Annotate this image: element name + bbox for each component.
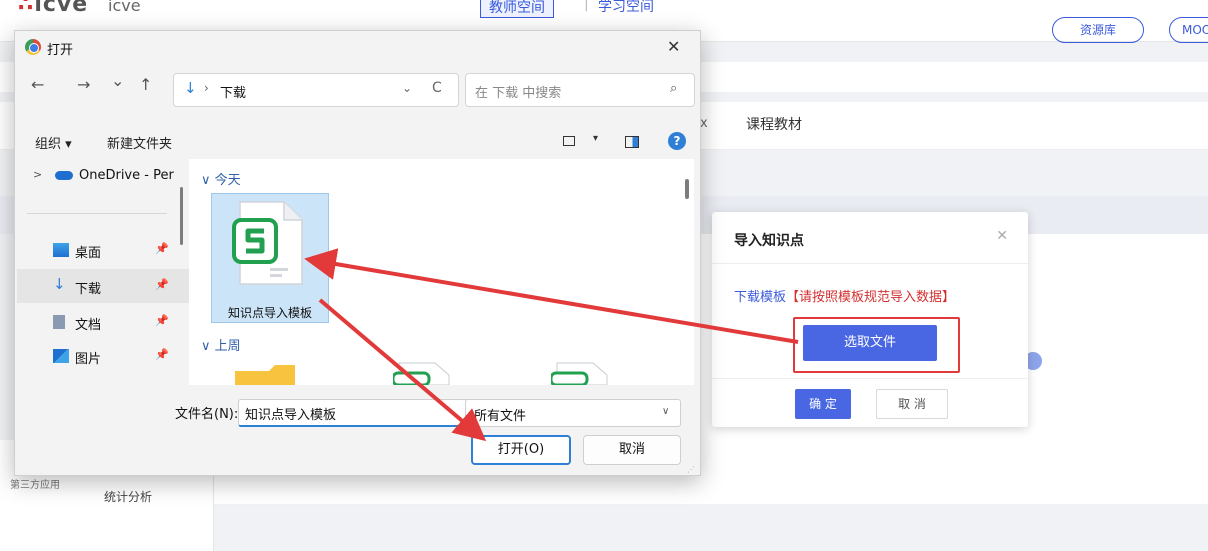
modal-title: 导入知识点 xyxy=(734,233,804,249)
open-button[interactable]: 打开(O) xyxy=(471,435,571,465)
sidebar-item-label: OneDrive - Per xyxy=(79,168,174,183)
tab-separator: | xyxy=(584,0,589,12)
filetype-value: 所有文件 xyxy=(474,409,527,424)
close-icon[interactable]: ✕ xyxy=(996,228,1008,244)
sidebar-item-desktop[interactable]: 桌面 📌 xyxy=(17,233,189,267)
icve-logo: ∴icve xyxy=(18,0,89,17)
chevron-down-icon[interactable]: ⌄ xyxy=(402,81,412,95)
dialog-title-bar: 打开 ✕ xyxy=(15,31,700,65)
organize-menu[interactable]: 组织 ▾ xyxy=(35,133,72,152)
picture-icon xyxy=(53,349,69,363)
group-header-last-week[interactable]: ∨ 上周 xyxy=(201,335,241,354)
confirm-button[interactable]: 确 定 xyxy=(795,389,851,419)
resource-library-button[interactable]: 资源库 xyxy=(1052,17,1144,43)
icve-logo-secondary: icve xyxy=(108,0,141,15)
sidebar-item-downloads[interactable]: ↓ 下载 📌 xyxy=(17,269,189,303)
sidebar-item-label: 桌面 xyxy=(75,246,102,261)
browser-app-icon xyxy=(25,39,41,55)
pin-icon[interactable]: 📌 xyxy=(155,242,169,255)
tab-teacher-space[interactable]: 教师空间 xyxy=(480,0,554,18)
up-arrow-icon[interactable]: ↑ xyxy=(139,75,152,94)
tab-learning-space[interactable]: 学习空间 xyxy=(598,0,654,16)
template-hint: 【请按照模板规范导入数据】 xyxy=(786,290,956,305)
modal-footer-divider xyxy=(712,378,1028,379)
import-knowledge-modal: 导入知识点 ✕ 下载模板【请按照模板规范导入数据】 选取文件 确 定 取 消 xyxy=(712,212,1028,427)
tab-course-material[interactable]: 课程教材 xyxy=(746,114,802,134)
pin-icon[interactable]: 📌 xyxy=(155,348,169,361)
search-placeholder: 在 下载 中搜索 xyxy=(475,86,562,101)
address-path: 下载 xyxy=(220,86,247,101)
download-template-line: 下载模板【请按照模板规范导入数据】 xyxy=(734,286,955,305)
cloud-icon xyxy=(55,171,73,180)
refresh-icon[interactable]: C xyxy=(432,80,442,96)
resize-grip-icon[interactable]: ⋰ xyxy=(687,465,695,474)
folder-icon[interactable] xyxy=(235,363,335,385)
download-template-link[interactable]: 下载模板 xyxy=(734,290,786,305)
spreadsheet-file-icon[interactable] xyxy=(551,361,611,385)
help-icon[interactable]: ? xyxy=(668,132,686,150)
modal-cancel-button[interactable]: 取 消 xyxy=(876,389,948,419)
sidebar-item-pictures[interactable]: 图片 📌 xyxy=(17,339,189,373)
pin-icon[interactable]: 📌 xyxy=(155,278,169,291)
desktop-icon xyxy=(53,243,69,257)
dialog-toolbar: 组织 ▾ 新建文件夹 ▾ ? xyxy=(15,127,700,157)
file-list-scrollbar[interactable] xyxy=(685,179,689,199)
preview-pane-icon[interactable] xyxy=(625,136,639,148)
navigation-pane: > OneDrive - Per 桌面 📌 ↓ 下载 📌 文档 📌 图片 📌 xyxy=(17,159,189,385)
group-header-today[interactable]: ∨ 今天 xyxy=(201,169,241,188)
download-icon: ↓ xyxy=(53,275,66,293)
search-icon[interactable]: ⌕ xyxy=(670,81,677,96)
back-arrow-icon[interactable]: ← xyxy=(31,75,44,94)
cancel-button[interactable]: 取消 xyxy=(583,435,681,465)
side-menu-statistics[interactable]: 统计分析 xyxy=(104,488,152,505)
select-file-button[interactable]: 选取文件 xyxy=(803,325,937,361)
new-folder-button[interactable]: 新建文件夹 xyxy=(107,133,172,152)
dialog-footer: 文件名(N): 知识点导入模板 所有文件 ∨ 打开(O) 取消 ⋰ xyxy=(15,385,700,475)
download-icon: ↓ xyxy=(184,79,197,97)
search-box[interactable]: 在 下载 中搜索 ⌕ xyxy=(465,73,695,107)
address-bar[interactable]: ↓ › 下载 ⌄ C xyxy=(173,73,459,107)
chevron-right-icon[interactable]: > xyxy=(33,168,42,181)
mooc-button[interactable]: MOOC xyxy=(1169,17,1208,43)
sidebar-item-label: 文档 xyxy=(75,318,102,333)
chevron-down-icon: ∨ xyxy=(662,406,670,417)
filename-input[interactable]: 知识点导入模板 xyxy=(238,399,472,427)
document-icon xyxy=(53,315,65,329)
sidebar-item-onedrive[interactable]: > OneDrive - Per xyxy=(17,159,189,193)
view-mode-icon[interactable] xyxy=(563,136,575,146)
file-list: ∨ 今天 知识点导入模板 ∨ 上周 xyxy=(189,159,694,385)
sidebar-item-label: 图片 xyxy=(75,352,102,367)
dialog-title: 打开 xyxy=(47,43,74,58)
sidebar-scrollbar[interactable] xyxy=(180,187,183,245)
file-name-label: 知识点导入模板 xyxy=(227,306,312,320)
spreadsheet-file-icon[interactable] xyxy=(393,361,453,385)
open-file-dialog: 打开 ✕ ← → ⌄ ↑ ↓ › 下载 ⌄ C 在 下载 中搜索 ⌕ 组织 ▾ … xyxy=(14,30,701,476)
view-options-dropdown-icon[interactable]: ▾ xyxy=(593,133,598,144)
partial-tab-label: x xyxy=(700,116,708,131)
file-tile-selected[interactable]: 知识点导入模板 xyxy=(211,193,329,323)
close-icon[interactable]: ✕ xyxy=(667,37,680,56)
recent-locations-icon[interactable]: ⌄ xyxy=(111,71,124,90)
chevron-right-icon: › xyxy=(204,81,209,95)
divider xyxy=(27,213,167,214)
sidebar-item-documents[interactable]: 文档 📌 xyxy=(17,305,189,339)
forward-arrow-icon[interactable]: → xyxy=(77,75,90,94)
pin-icon[interactable]: 📌 xyxy=(155,314,169,327)
modal-header: 导入知识点 ✕ xyxy=(712,212,1028,264)
filename-label: 文件名(N): xyxy=(175,407,239,422)
spreadsheet-file-icon xyxy=(232,201,303,285)
filetype-select[interactable]: 所有文件 ∨ xyxy=(465,399,681,427)
side-menu-third-party-apps[interactable]: 第三方应用 xyxy=(10,476,60,491)
sidebar-item-label: 下载 xyxy=(75,282,102,297)
